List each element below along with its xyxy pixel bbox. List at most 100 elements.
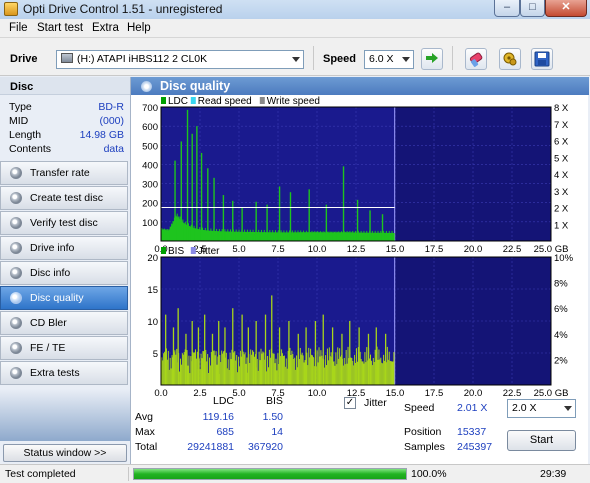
nav-create-test-disc[interactable]: Create test disc: [0, 186, 128, 210]
y2-tick-label: 4 X: [554, 170, 569, 181]
y-tick-label: 15: [147, 285, 158, 296]
erase-icon: [469, 52, 483, 67]
window-title: Opti Drive Control 1.51 - unregistered: [23, 2, 223, 16]
x-tick-label: 22.5: [503, 244, 522, 255]
disc-length-key: Length: [9, 129, 42, 141]
ldc-header: LDC: [213, 395, 235, 407]
menu-bar: File Start test Extra Help: [0, 19, 590, 38]
nav-extra-tests[interactable]: Extra tests: [0, 361, 128, 385]
position-label: Position: [404, 426, 442, 438]
x-tick-label: 17.5: [425, 244, 444, 255]
nav-label: Verify test disc: [30, 217, 98, 229]
chevron-down-icon: [292, 57, 300, 62]
bis-header: BIS: [266, 395, 283, 407]
y2-tick-label: 10%: [554, 253, 574, 264]
y-tick-label: 20: [147, 253, 158, 264]
nav-label: CD Bler: [30, 317, 67, 329]
toolbar: Drive (H:) ATAPI iHBS112 2 CL0K Speed 6.…: [0, 38, 590, 76]
nav-cd-bler[interactable]: CD Bler: [0, 311, 128, 335]
x-tick-label: 15.0: [386, 244, 405, 255]
max-label: Max: [135, 426, 155, 438]
menu-start-test[interactable]: Start test: [37, 22, 83, 34]
speed-select-value: 6.0 X: [369, 53, 394, 65]
disc-quality-charts: 0.02.55.07.510.012.515.017.520.022.525.0…: [142, 96, 574, 399]
samples-value: 245397: [457, 441, 493, 453]
nav-drive-info[interactable]: Drive info: [0, 236, 128, 260]
legend-label: BIS: [168, 246, 184, 257]
app-icon: [4, 2, 18, 16]
x-tick-label: 7.5: [271, 244, 284, 255]
nav-disc-quality[interactable]: Disc quality: [0, 286, 128, 310]
y-tick-label: 200: [142, 199, 158, 210]
y-tick-label: 5: [153, 349, 158, 360]
menu-extra[interactable]: Extra: [92, 22, 119, 34]
max-ldc: 685: [216, 426, 234, 438]
drive-select[interactable]: (H:) ATAPI iHBS112 2 CL0K: [56, 50, 304, 69]
legend-swatch: [161, 97, 166, 104]
nav-disc-info[interactable]: Disc info: [0, 261, 128, 285]
y-tick-label: 700: [142, 103, 158, 114]
disc-type-key: Type: [9, 101, 32, 113]
disc-icon: [10, 267, 22, 279]
chevron-down-icon: [564, 406, 572, 411]
settings-button[interactable]: [499, 48, 521, 70]
y2-tick-label: 7 X: [554, 120, 569, 131]
main-header: Disc quality: [131, 77, 589, 95]
nav-transfer-rate[interactable]: Transfer rate: [0, 161, 128, 185]
nav-label: FE / TE: [30, 342, 66, 354]
nav-label: Extra tests: [30, 367, 80, 379]
drive-select-value: (H:) ATAPI iHBS112 2 CL0K: [77, 53, 208, 65]
menu-file[interactable]: File: [9, 22, 28, 34]
disc-mid-value: (000): [99, 115, 124, 127]
nav-label: Disc quality: [30, 292, 84, 304]
nav-verify-test-disc[interactable]: Verify test disc: [0, 211, 128, 235]
disc-type-value: BD-R: [98, 101, 124, 113]
main-panel: Disc quality 0.02.55.07.510.012.515.017.…: [130, 77, 589, 464]
chevron-down-icon: [402, 57, 410, 62]
disc-icon: [10, 167, 22, 179]
avg-bis: 1.50: [262, 411, 283, 423]
close-button[interactable]: ✕: [545, 0, 587, 17]
sidebar-background: [0, 389, 130, 441]
minimize-button[interactable]: –: [494, 0, 520, 17]
disc-icon: [10, 342, 22, 354]
erase-button[interactable]: [465, 48, 487, 70]
x-tick-label: 5.0: [232, 244, 245, 255]
status-window-button[interactable]: Status window >>: [3, 444, 127, 462]
jitter-label: Jitter: [364, 397, 387, 409]
speed-stat-label: Speed: [404, 402, 435, 414]
position-value: 15337: [457, 426, 487, 438]
start-button[interactable]: Start: [507, 430, 576, 451]
y-tick-label: 300: [142, 180, 158, 191]
y2-tick-label: 2%: [554, 355, 568, 366]
nav-label: Transfer rate: [30, 167, 90, 179]
y-tick-label: 600: [142, 122, 158, 133]
disc-icon: [10, 242, 22, 254]
test-speed-select[interactable]: 2.0 X: [507, 399, 576, 418]
y2-tick-label: 6%: [554, 304, 568, 315]
y-tick-label: 100: [142, 218, 158, 229]
avg-label: Avg: [135, 411, 153, 423]
legend-label: LDC: [168, 96, 188, 107]
progress-fill: [134, 469, 406, 479]
jitter-checkbox[interactable]: ✓: [344, 397, 356, 409]
disc-icon: [10, 192, 22, 204]
status-bar: Test completed 100.0% 29:39: [0, 464, 590, 483]
legend-label: Read speed: [198, 96, 252, 107]
speed-stat-value: 2.01 X: [457, 402, 488, 414]
save-button[interactable]: [531, 48, 553, 70]
drive-icon: [61, 53, 73, 63]
menu-help[interactable]: Help: [127, 22, 151, 34]
samples-label: Samples: [404, 441, 445, 453]
total-label: Total: [135, 441, 158, 453]
y2-tick-label: 6 X: [554, 137, 569, 148]
nav-fe-te[interactable]: FE / TE: [0, 336, 128, 360]
stats-panel: LDC BIS Avg 119.16 1.50 Max 685 14 Total…: [131, 395, 589, 464]
y-tick-label: 400: [142, 160, 158, 171]
y2-tick-label: 3 X: [554, 187, 569, 198]
speed-select[interactable]: 6.0 X: [364, 50, 414, 69]
total-ldc: 29241881: [187, 441, 234, 453]
refresh-button[interactable]: [421, 48, 443, 70]
maximize-button[interactable]: □: [520, 0, 545, 17]
y2-tick-label: 8 X: [554, 103, 569, 114]
